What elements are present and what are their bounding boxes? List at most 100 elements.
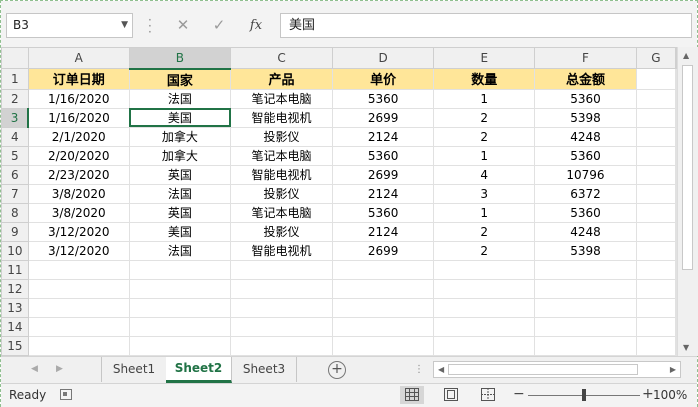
cell-a12[interactable] (27, 278, 130, 299)
cell-f8[interactable]: 5360 (534, 202, 637, 223)
scroll-down-icon[interactable]: ▼ (683, 343, 689, 352)
cell-a10[interactable]: 3/12/2020 (27, 240, 130, 261)
cell-g7[interactable] (635, 183, 677, 204)
cell-f9[interactable]: 4248 (534, 221, 637, 242)
cell-e1[interactable]: 数量 (433, 68, 536, 90)
cell-c12[interactable] (230, 278, 333, 299)
row-header-5[interactable]: 5 (1, 145, 29, 166)
vertical-scroll-thumb[interactable] (682, 65, 693, 270)
cell-g14[interactable] (635, 316, 677, 337)
tab-split-icon[interactable]: ⋮ (414, 364, 424, 375)
zoom-level[interactable]: 100% (653, 388, 687, 402)
row-header-15[interactable]: 15 (1, 335, 29, 356)
cell-c15[interactable] (230, 335, 333, 356)
page-layout-view-button[interactable] (439, 386, 463, 404)
cell-c1[interactable]: 产品 (230, 68, 333, 90)
name-box[interactable]: B3 ▼ (6, 13, 133, 38)
cell-a3[interactable]: 1/16/2020 (27, 107, 130, 128)
cell-e8[interactable]: 1 (433, 202, 536, 223)
scroll-left-icon[interactable]: ◀ (438, 365, 444, 374)
cell-g2[interactable] (635, 88, 677, 109)
cell-c6[interactable]: 智能电视机 (230, 164, 333, 185)
tab-sheet2[interactable]: Sheet2 (166, 357, 232, 383)
cell-d6[interactable]: 2699 (331, 164, 435, 185)
cell-f15[interactable] (534, 335, 637, 356)
cell-d5[interactable]: 5360 (331, 145, 435, 166)
cell-c13[interactable] (230, 297, 333, 318)
row-header-10[interactable]: 10 (1, 240, 29, 261)
scroll-up-icon[interactable]: ▲ (683, 51, 689, 60)
cell-d8[interactable]: 5360 (331, 202, 435, 223)
row-header-4[interactable]: 4 (1, 126, 29, 147)
cell-a8[interactable]: 3/8/2020 (27, 202, 130, 223)
cell-c9[interactable]: 投影仪 (230, 221, 333, 242)
insert-function-icon[interactable]: fx (242, 13, 270, 38)
cell-e5[interactable]: 1 (433, 145, 536, 166)
column-header-f[interactable]: F (534, 47, 637, 69)
cell-d13[interactable] (331, 297, 435, 318)
cell-b3[interactable]: 美国 (128, 107, 232, 128)
cell-b4[interactable]: 加拿大 (128, 126, 232, 147)
cell-c3[interactable]: 智能电视机 (230, 107, 333, 128)
cell-d15[interactable] (331, 335, 435, 356)
scroll-right-icon[interactable]: ▶ (670, 365, 676, 374)
cell-d3[interactable]: 2699 (331, 107, 435, 128)
cell-a4[interactable]: 2/1/2020 (27, 126, 130, 147)
cell-a11[interactable] (27, 259, 130, 280)
row-header-14[interactable]: 14 (1, 316, 29, 337)
horizontal-scroll-thumb[interactable] (448, 364, 638, 375)
cell-c5[interactable]: 笔记本电脑 (230, 145, 333, 166)
cell-e12[interactable] (433, 278, 536, 299)
cell-g4[interactable] (635, 126, 677, 147)
cell-g6[interactable] (635, 164, 677, 185)
cell-g12[interactable] (635, 278, 677, 299)
row-header-1[interactable]: 1 (1, 68, 29, 90)
cell-b9[interactable]: 美国 (128, 221, 232, 242)
cell-e6[interactable]: 4 (433, 164, 536, 185)
cell-g10[interactable] (635, 240, 677, 261)
cell-e7[interactable]: 3 (433, 183, 536, 204)
cell-a9[interactable]: 3/12/2020 (27, 221, 130, 242)
cell-d14[interactable] (331, 316, 435, 337)
formula-input[interactable]: 美国 (280, 13, 692, 38)
cell-f11[interactable] (534, 259, 637, 280)
cell-b5[interactable]: 加拿大 (128, 145, 232, 166)
cell-a2[interactable]: 1/16/2020 (27, 88, 130, 109)
cell-b11[interactable] (128, 259, 232, 280)
cell-b10[interactable]: 法国 (128, 240, 232, 261)
cell-f7[interactable]: 6372 (534, 183, 637, 204)
cell-c7[interactable]: 投影仪 (230, 183, 333, 204)
cell-f14[interactable] (534, 316, 637, 337)
cell-e4[interactable]: 2 (433, 126, 536, 147)
cell-b8[interactable]: 英国 (128, 202, 232, 223)
vertical-scrollbar[interactable]: ▲ ▼ (677, 47, 698, 356)
cell-d2[interactable]: 5360 (331, 88, 435, 109)
zoom-in-button[interactable]: + (642, 386, 654, 402)
cell-d9[interactable]: 2124 (331, 221, 435, 242)
row-header-13[interactable]: 13 (1, 297, 29, 318)
cell-d7[interactable]: 2124 (331, 183, 435, 204)
add-sheet-icon[interactable]: + (328, 361, 346, 379)
cell-f3[interactable]: 5398 (534, 107, 637, 128)
cell-g5[interactable] (635, 145, 677, 166)
cell-g3[interactable] (635, 107, 677, 128)
cell-d12[interactable] (331, 278, 435, 299)
column-header-e[interactable]: E (433, 47, 536, 69)
column-header-g[interactable]: G (635, 47, 677, 69)
cell-e13[interactable] (433, 297, 536, 318)
row-header-2[interactable]: 2 (1, 88, 29, 109)
cell-d4[interactable]: 2124 (331, 126, 435, 147)
column-header-b[interactable]: B (128, 47, 232, 70)
tab-sheet3[interactable]: Sheet3 (232, 357, 297, 382)
row-header-3[interactable]: 3 (1, 107, 30, 128)
cell-f5[interactable]: 5360 (534, 145, 637, 166)
cell-f1[interactable]: 总金额 (534, 68, 637, 90)
cell-e2[interactable]: 1 (433, 88, 536, 109)
cell-d1[interactable]: 单价 (331, 68, 435, 90)
cell-f10[interactable]: 5398 (534, 240, 637, 261)
cell-g1[interactable] (635, 68, 677, 90)
cell-d11[interactable] (331, 259, 435, 280)
cell-a7[interactable]: 3/8/2020 (27, 183, 130, 204)
cell-c4[interactable]: 投影仪 (230, 126, 333, 147)
row-header-6[interactable]: 6 (1, 164, 29, 185)
